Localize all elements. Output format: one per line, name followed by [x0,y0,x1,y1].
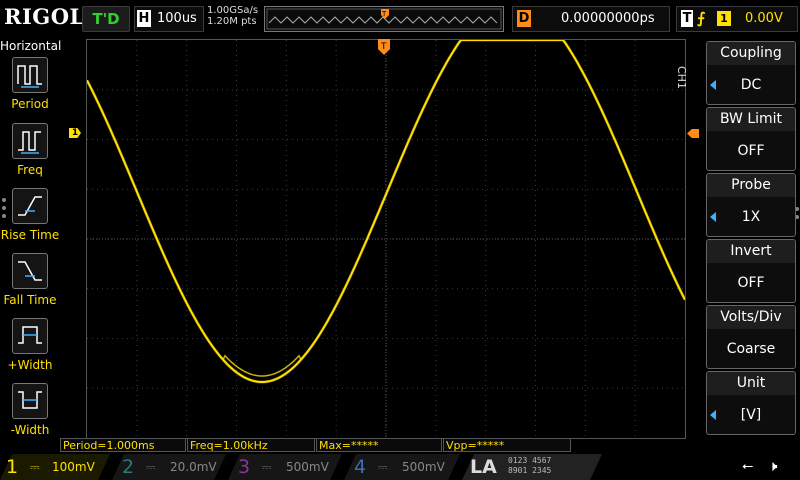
measure-rise-time-button[interactable]: Rise Time [0,188,60,248]
trigger-position-marker[interactable]: T [378,39,390,57]
measurement-vpp[interactable]: Vpp=***** [443,438,571,452]
measurement-menu: Horizontal Period Freq Rise Time Fall Ti… [0,37,62,437]
menu-title: Horizontal [0,39,62,53]
delay-value: 0.00000000ps [561,11,655,26]
trigger-level: 0.00V [745,11,783,26]
rising-edge-icon: ⨍ [697,9,706,27]
period-icon [12,57,48,93]
timebase-display[interactable]: H 100us [134,6,204,32]
acquisition-status[interactable]: T'D [82,6,130,32]
fall-time-label: Fall Time [3,293,57,307]
timebase-label: H [137,10,151,27]
channel1-scale: 100mV [52,460,95,474]
freq-label: Freq [17,163,43,177]
unit-value: [V] [740,407,762,423]
channel2-scale: 20.0mV [170,460,217,474]
trigger-level-marker[interactable] [687,129,699,138]
delay-display[interactable]: D 0.00000000ps [512,6,670,32]
la-label: LA [470,456,497,478]
channel-menu-tag: CH1 [675,66,688,89]
channel4-scale: 500mV [402,460,445,474]
trigger-display[interactable]: T ⨍ 1 0.00V [676,6,798,32]
positive-width-label: +Width [7,358,53,372]
channel1-number: 1 [6,456,19,478]
svg-text:T: T [380,42,387,52]
memory-depth: 1.20M pts [207,16,257,27]
invert-label: Invert [707,240,795,263]
channel1-offset-marker[interactable]: 1 [69,128,81,138]
timebase-value: 100us [157,11,197,26]
negative-width-icon [12,383,48,419]
volts-div-value: Coarse [726,341,776,357]
channel3-tab[interactable]: 3 ⎓ 500mV [228,454,342,480]
invert-softkey[interactable]: Invert OFF [706,239,796,303]
channel4-tab[interactable]: 4 ⎓ 500mV [344,454,460,480]
invert-value: OFF [737,275,765,291]
fall-time-icon [12,253,48,289]
channel1-tab[interactable]: 1 ⎓ 100mV [0,454,110,480]
channel1-coupling-icon: ⎓ [30,460,40,474]
la-row-1: 0123 4567 [508,456,552,465]
bw-limit-value: OFF [737,143,765,159]
measure-negative-width-button[interactable]: -Width [0,383,60,443]
acquisition-info: 1.00GSa/s 1.20M pts [207,5,258,27]
waveform-display[interactable] [85,38,687,439]
channel2-number: 2 [122,456,135,478]
left-page-dots [2,198,6,222]
svg-text:T: T [381,10,387,18]
measurement-max[interactable]: Max=***** [316,438,442,452]
probe-softkey[interactable]: Probe 1X [706,173,796,237]
period-label: Period [11,97,49,111]
channel3-number: 3 [238,456,251,478]
channel4-coupling-icon: ⎓ [378,460,388,474]
usb-icon: ⭠ [742,458,754,474]
unit-label: Unit [707,372,795,395]
bw-limit-label: BW Limit [707,108,795,131]
probe-value: 1X [741,209,761,225]
volts-div-label: Volts/Div [707,306,795,329]
probe-label: Probe [707,174,795,197]
logic-analyzer-tab[interactable]: LA 0123 4567 8901 2345 [462,454,602,480]
measurement-freq[interactable]: Freq=1.00kHz [187,438,315,452]
coupling-softkey[interactable]: Coupling DC [706,41,796,105]
positive-width-icon [12,318,48,354]
rise-time-label: Rise Time [0,228,60,242]
sample-rate: 1.00GSa/s [207,5,259,16]
la-row-2: 8901 2345 [508,466,552,475]
la-channel-digits: 0123 4567 8901 2345 [508,456,551,476]
measure-freq-button[interactable]: Freq [0,123,60,183]
unit-softkey[interactable]: Unit [V] [706,371,796,435]
waveform-overview: T [266,8,502,30]
negative-width-label: -Width [10,423,50,437]
frequency-icon [12,123,48,159]
measure-period-button[interactable]: Period [0,57,60,117]
bw-limit-softkey[interactable]: BW Limit OFF [706,107,796,171]
trigger-label: T [681,10,693,27]
channel2-tab[interactable]: 2 ⎓ 20.0mV [112,454,226,480]
brand-logo: RIGOL [4,4,85,29]
rise-time-icon [12,188,48,224]
coupling-label: Coupling [707,42,795,65]
trigger-source: 1 [717,11,731,26]
graticule [85,38,687,438]
speaker-muted-icon[interactable]: 🕨 [768,457,777,475]
memory-overview-strip[interactable]: T [264,6,504,32]
channel2-coupling-icon: ⎓ [146,460,156,474]
channel4-number: 4 [354,456,367,478]
measure-positive-width-button[interactable]: +Width [0,318,60,378]
volts-div-softkey[interactable]: Volts/Div Coarse [706,305,796,369]
coupling-value: DC [740,77,762,93]
channel3-coupling-icon: ⎓ [262,460,272,474]
delay-label: D [517,10,531,27]
measure-fall-time-button[interactable]: Fall Time [0,253,60,313]
channel3-scale: 500mV [286,460,329,474]
measurement-period[interactable]: Period=1.000ms [60,438,186,452]
